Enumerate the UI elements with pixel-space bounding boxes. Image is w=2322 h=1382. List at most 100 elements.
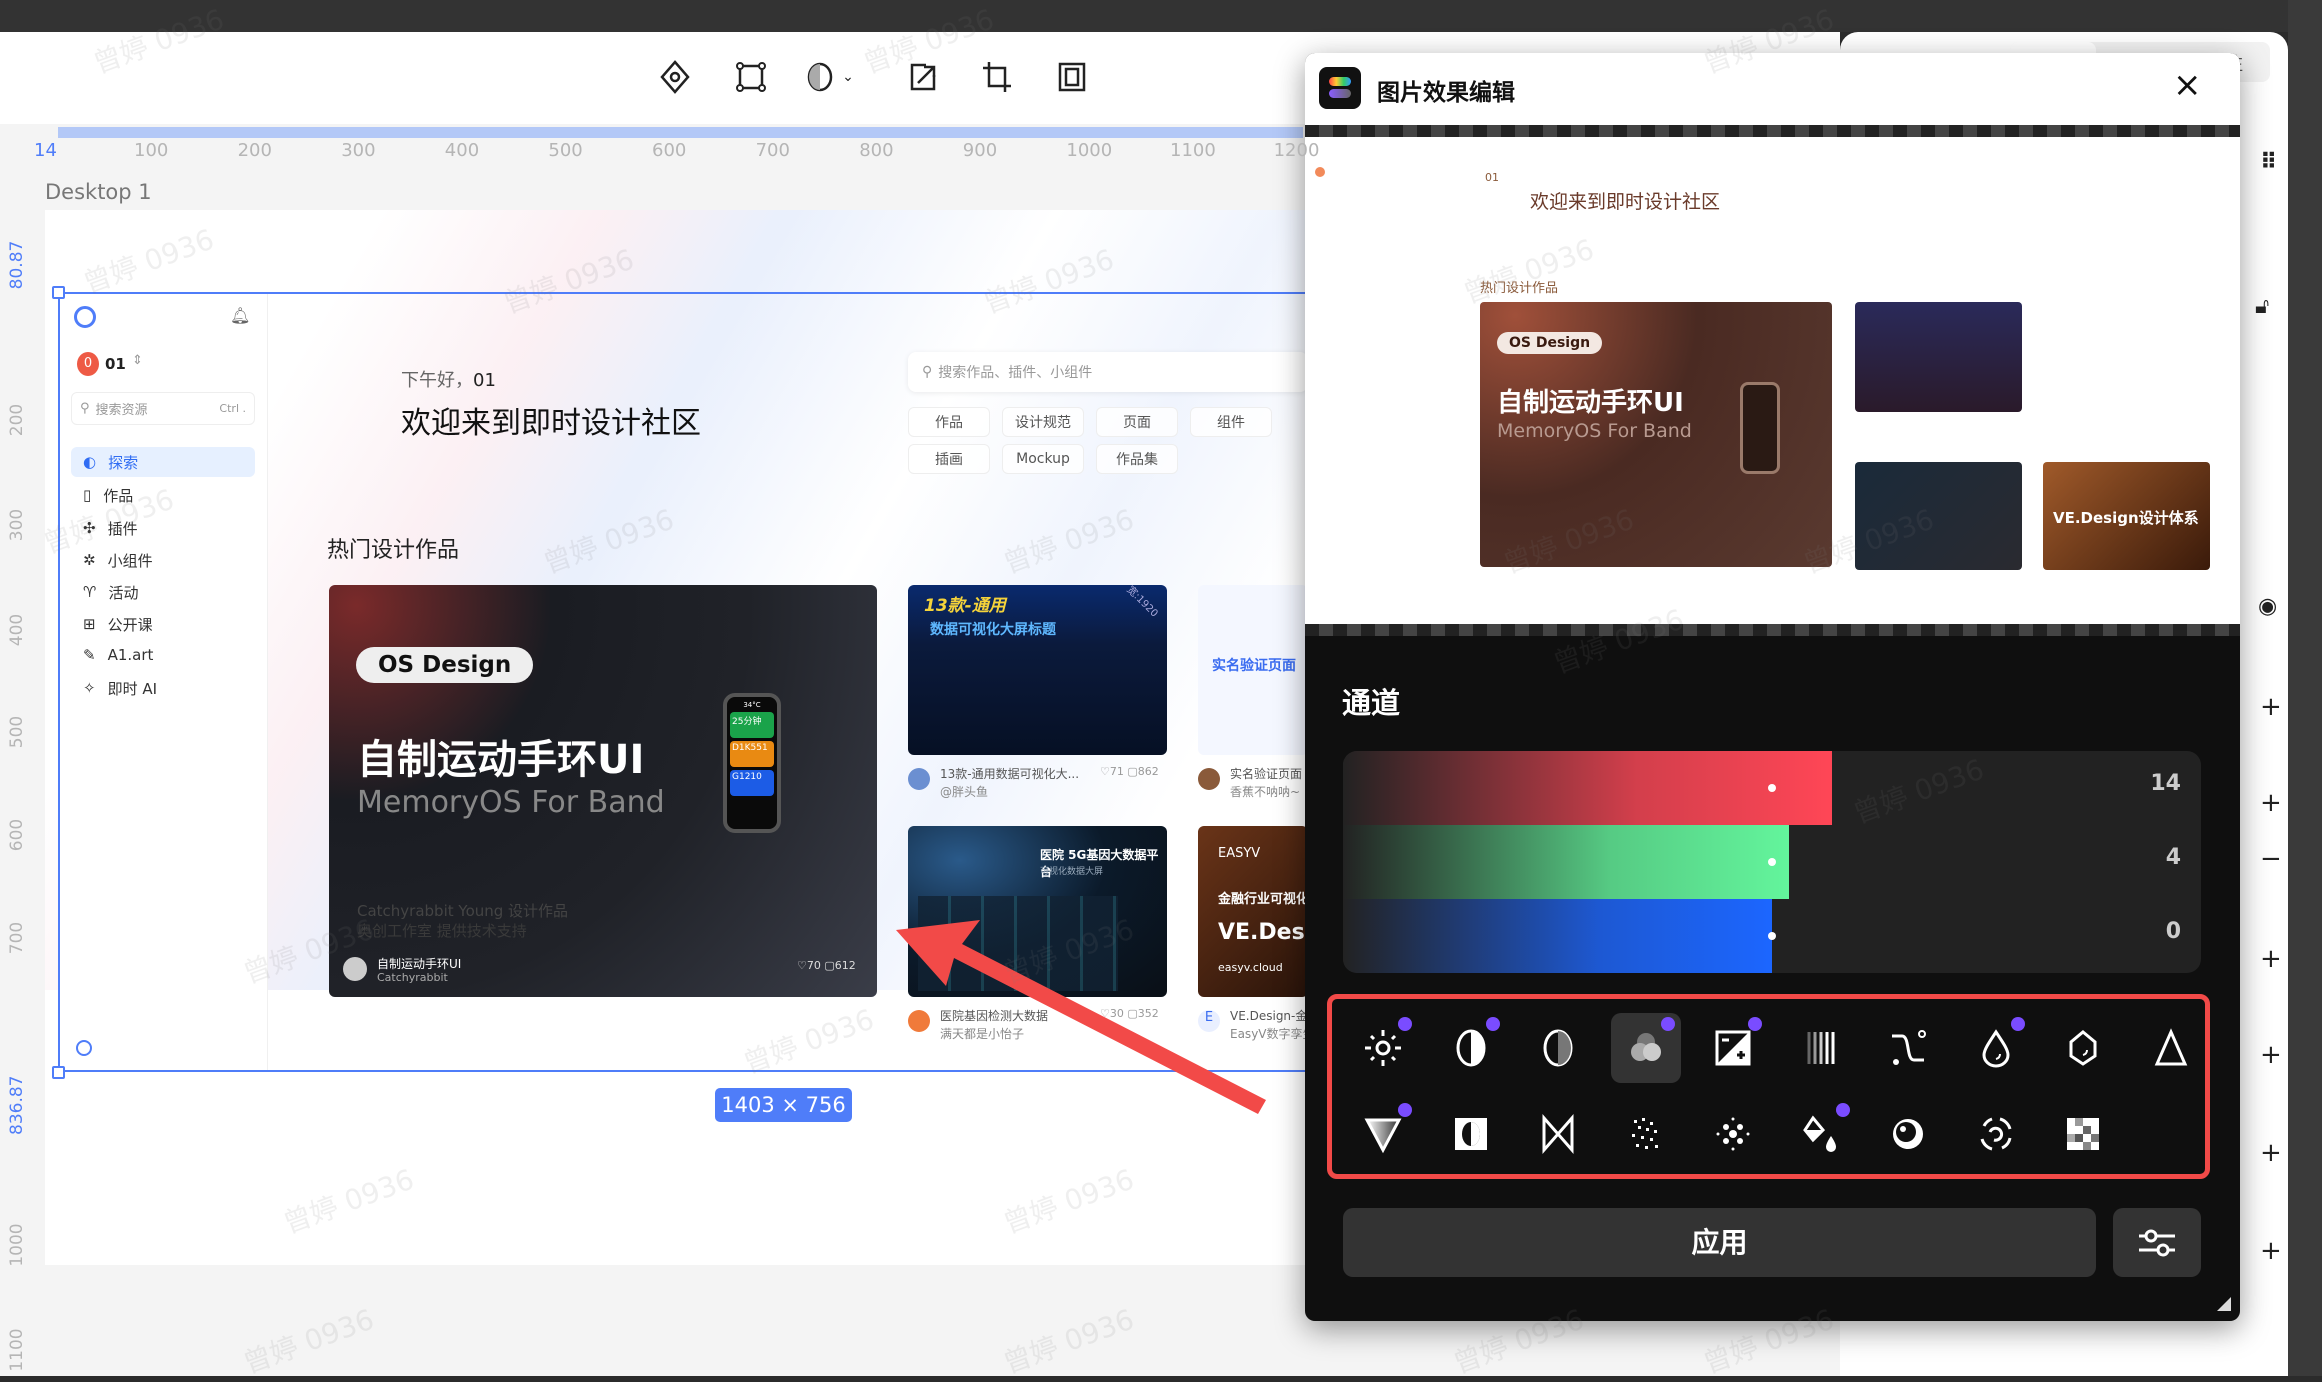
ruler-selection-range xyxy=(58,127,1303,138)
ruler-label: 100 xyxy=(134,140,169,161)
adjust-settings-button[interactable] xyxy=(2113,1208,2201,1277)
export-icon[interactable] xyxy=(904,58,942,96)
crop-icon[interactable] xyxy=(978,58,1016,96)
preview-section: 热门设计作品 xyxy=(1480,281,1559,296)
slider-thumb[interactable] xyxy=(1768,932,1776,940)
plus-icon[interactable]: + xyxy=(2260,1040,2282,1070)
ruler-label: 800 xyxy=(859,140,894,161)
sidebar-item-label: 作品 xyxy=(103,486,134,505)
modified-indicator xyxy=(1660,1017,1675,1031)
magic-wand-icon: ✧ xyxy=(83,679,96,697)
sidebar-item-label: 探索 xyxy=(108,453,139,472)
preview-card-title: VE.Design设计体系 xyxy=(2053,509,2199,527)
trophy-icon: ♈ xyxy=(83,583,97,601)
effect-button[interactable] xyxy=(1873,1013,1943,1083)
sidebar-item[interactable]: ⊞ 公开课 xyxy=(71,609,255,639)
plus-icon[interactable]: + xyxy=(2260,692,2282,722)
effect-button[interactable] xyxy=(1348,1099,1418,1169)
ruler-label: 1000 xyxy=(1066,140,1113,161)
effect-button[interactable] xyxy=(1961,1099,2031,1169)
vignette-icon xyxy=(1893,1119,1923,1149)
preview-card-subtitle: MemoryOS For Band xyxy=(1497,420,1692,442)
plus-icon[interactable]: + xyxy=(2260,1138,2282,1168)
mask-dropdown[interactable]: ⌄ xyxy=(800,58,860,96)
effect-button[interactable] xyxy=(1436,1099,1506,1169)
ruler-label: 1200 xyxy=(1273,140,1320,161)
resize-handle[interactable] xyxy=(52,286,65,299)
effect-button[interactable] xyxy=(1523,1013,1593,1083)
category-tag[interactable]: Mockup xyxy=(1002,444,1084,474)
ruler-label: 200 xyxy=(7,403,27,437)
apply-button[interactable]: 应用 xyxy=(1343,1208,2096,1277)
channel-slider-blue[interactable]: 0 xyxy=(1343,899,2201,973)
sidebar-item[interactable]: ◐ 探索 xyxy=(71,447,255,477)
ruler-label: 1000 xyxy=(7,1223,27,1267)
grid-dots-icon[interactable]: ⠿ xyxy=(2260,150,2277,175)
preview-card xyxy=(1855,462,2022,570)
plus-icon[interactable]: + xyxy=(2260,788,2282,818)
category-tag[interactable]: 设计规范 xyxy=(1002,407,1084,437)
widget-icon: ✲ xyxy=(83,551,96,569)
effect-button[interactable] xyxy=(1786,1099,1856,1169)
lines-icon xyxy=(1807,1032,1834,1064)
annotation-arrow xyxy=(896,920,1266,1114)
ruler-label: 700 xyxy=(7,921,27,955)
slider-thumb[interactable] xyxy=(1768,784,1776,792)
effect-button[interactable] xyxy=(1610,1013,1681,1083)
minus-icon[interactable]: − xyxy=(2260,844,2282,874)
ruler-label: 600 xyxy=(7,818,27,852)
plus-icon[interactable]: + xyxy=(2260,944,2282,974)
category-tag[interactable]: 插画 xyxy=(908,444,990,474)
effect-button[interactable] xyxy=(2136,1013,2206,1083)
ruler-label: 200 xyxy=(237,140,272,161)
ruler-label: 14 xyxy=(34,140,57,161)
pen-icon: ✎ xyxy=(83,646,96,664)
sidebar-item[interactable]: ✲ 小组件 xyxy=(71,545,255,575)
effect-button[interactable] xyxy=(1873,1099,1943,1169)
effect-button[interactable] xyxy=(1786,1013,1856,1083)
ruler-label: 600 xyxy=(652,140,687,161)
preview-card xyxy=(1855,302,2022,412)
preview-watch xyxy=(1740,382,1780,474)
brightness-icon xyxy=(1365,1030,1401,1066)
preview-title: 欢迎来到即时设计社区 xyxy=(1530,191,1721,213)
close-icon[interactable]: × xyxy=(2173,65,2202,105)
effect-button[interactable] xyxy=(2048,1099,2118,1169)
lock-icon[interactable]: 🔓︎ xyxy=(2255,294,2269,319)
window-edge xyxy=(2288,0,2322,1376)
effect-button[interactable] xyxy=(1698,1013,1768,1083)
resize-grip-icon[interactable] xyxy=(2217,1297,2231,1311)
frame-icon[interactable] xyxy=(732,58,770,96)
frame-name[interactable]: Desktop 1 xyxy=(45,180,152,204)
eye-icon[interactable]: ◉ xyxy=(2258,594,2277,619)
slider-thumb[interactable] xyxy=(1768,858,1776,866)
preview-avatar xyxy=(1315,167,1325,177)
channel-slider-red[interactable]: 14 xyxy=(1343,751,2201,825)
effect-button[interactable] xyxy=(1961,1013,2031,1083)
sidebar-item[interactable]: ✧ 即时 AI xyxy=(71,673,255,703)
rotate-handle[interactable] xyxy=(76,1040,92,1056)
category-tag[interactable]: 页面 xyxy=(1096,407,1178,437)
fill-frame-icon[interactable] xyxy=(1053,58,1091,96)
effect-button[interactable] xyxy=(1523,1099,1593,1169)
resize-handle[interactable] xyxy=(52,1066,65,1079)
sidebar-item[interactable]: ✎ A1.art xyxy=(71,640,255,670)
sidebar-item[interactable]: ♈ 活动 xyxy=(71,577,255,607)
category-tag[interactable]: 作品集 xyxy=(1096,444,1178,474)
category-tag[interactable]: 组件 xyxy=(1190,407,1272,437)
preview-badge: OS Design xyxy=(1497,332,1603,354)
effect-button[interactable] xyxy=(1611,1099,1681,1169)
sidebar-item[interactable]: ▯ 作品 xyxy=(71,480,255,510)
ruler-label: 500 xyxy=(7,715,27,749)
effect-button[interactable] xyxy=(2048,1013,2118,1083)
component-icon[interactable] xyxy=(656,58,694,96)
ruler-label: 1100 xyxy=(7,1328,27,1372)
plus-icon[interactable]: + xyxy=(2260,1236,2282,1266)
channel-slider-green[interactable]: 4 xyxy=(1343,825,2201,899)
sidebar-item[interactable]: ✣ 插件 xyxy=(71,513,255,543)
category-tag[interactable]: 作品 xyxy=(908,407,990,437)
effect-button[interactable] xyxy=(1436,1013,1506,1083)
effect-button[interactable] xyxy=(1348,1013,1418,1083)
effect-button[interactable] xyxy=(1698,1099,1768,1169)
contrast-icon xyxy=(1456,1029,1485,1067)
